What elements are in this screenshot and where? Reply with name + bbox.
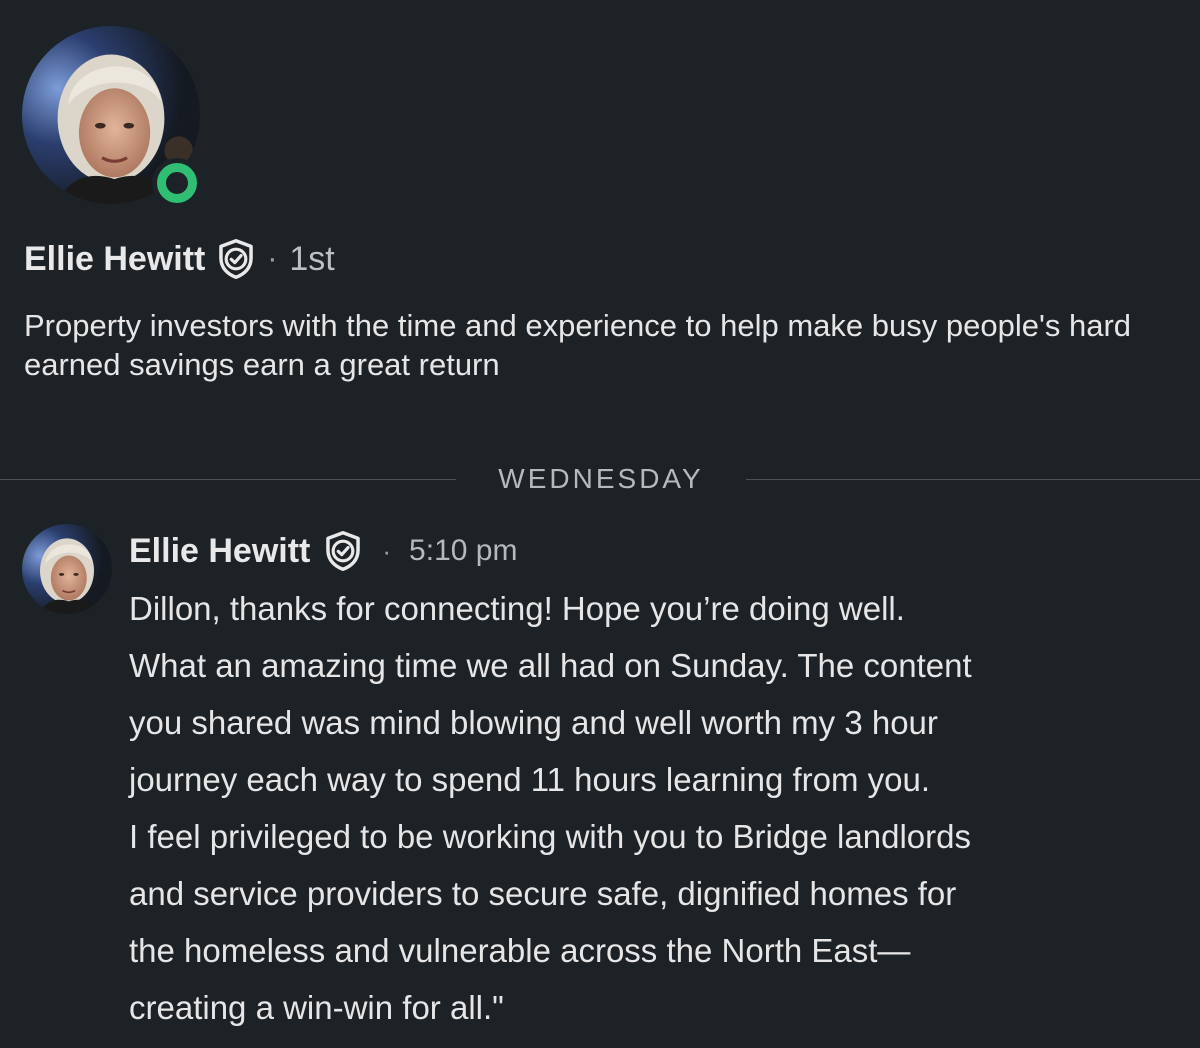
sender-photo [22,524,112,614]
divider-line-left [0,479,456,480]
profile-headline: Property investors with the time and exp… [24,308,1132,382]
day-divider-label: WEDNESDAY [498,463,704,494]
message-line: you shared was mind blowing and well wor… [129,704,938,741]
online-status-badge [152,158,202,208]
separator-dot: · [382,535,392,566]
message-timestamp: 5:10 pm [409,534,518,567]
message-header: Ellie Hewitt · 5:10 pm [129,528,517,574]
message-line: the homeless and vulnerable across the N… [129,932,911,969]
message-line: and service providers to secure safe, di… [129,875,957,912]
separator-dot: · [267,242,278,275]
profile-name[interactable]: Ellie Hewitt [24,240,205,279]
message-body: Dillon, thanks for connecting! Hope you’… [129,580,1169,1036]
day-divider: WEDNESDAY [0,458,1200,500]
message-sender-avatar[interactable] [22,524,112,614]
profile-name-row: Ellie Hewitt · 1st [24,236,335,282]
message-sender-name[interactable]: Ellie Hewitt [129,532,310,571]
connection-degree: 1st [289,239,335,278]
online-status-icon [157,163,197,203]
message-line: Dillon, thanks for connecting! Hope you’… [129,590,905,627]
verified-shield-icon [217,238,255,280]
divider-line-right [746,479,1200,480]
message-line: journey each way to spend 11 hours learn… [129,761,931,798]
message-line: creating a win-win for all." [129,989,504,1026]
verified-shield-icon [324,530,362,572]
message-line: What an amazing time we all had on Sunda… [129,647,972,684]
message-line: I feel privileged to be working with you… [129,818,971,855]
